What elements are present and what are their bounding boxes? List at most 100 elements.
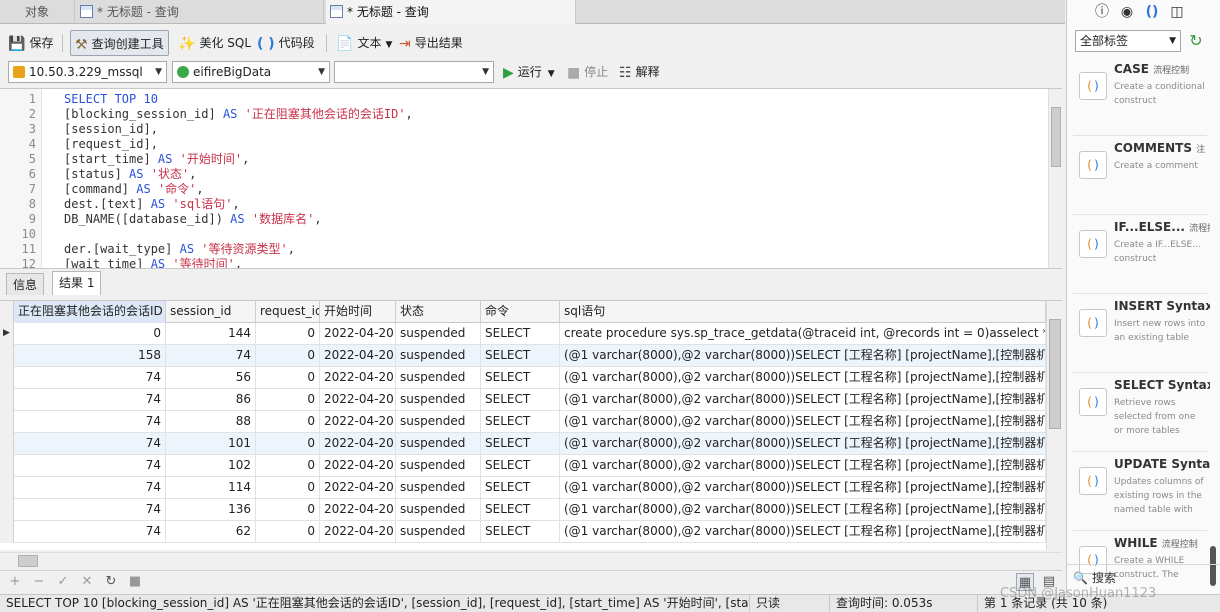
column-header[interactable]: 开始时间 <box>320 301 396 323</box>
table-row[interactable]: 745602022-04-20 1suspendedSELECT(@1 varc… <box>0 367 1046 389</box>
snippet-item[interactable]: () UPDATE Syntax Updates columns of exist… <box>1073 457 1210 531</box>
row-marker[interactable] <box>0 455 14 477</box>
table-cell[interactable]: (@1 varchar(8000),@2 varchar(8000))SELEC… <box>560 455 1046 477</box>
server-select[interactable]: 10.50.3.229_mssql ▼ <box>8 61 167 83</box>
grid-horizontal-scrollbar[interactable] <box>0 552 1062 568</box>
table-cell[interactable]: 2022-04-20 1 <box>320 367 396 389</box>
snippet-item[interactable]: () COMMENTS 注 Create a comment <box>1073 141 1207 215</box>
table-cell[interactable]: 74 <box>14 411 166 433</box>
table-cell[interactable]: 74 <box>14 433 166 455</box>
stop-button[interactable]: ■ 停止 <box>567 59 608 85</box>
table-cell[interactable]: 0 <box>256 367 320 389</box>
table-cell[interactable]: 74 <box>14 521 166 543</box>
table-cell[interactable]: (@1 varchar(8000),@2 varchar(8000))SELEC… <box>560 345 1046 367</box>
table-cell[interactable]: 74 <box>166 345 256 367</box>
table-cell[interactable]: suspended <box>396 345 481 367</box>
table-cell[interactable]: 0 <box>256 345 320 367</box>
refresh-icon[interactable]: ↻ <box>102 573 120 591</box>
table-cell[interactable]: create procedure sys.sp_trace_getdata(@t… <box>560 323 1046 345</box>
row-marker[interactable] <box>0 477 14 499</box>
table-cell[interactable]: suspended <box>396 521 481 543</box>
row-marker[interactable] <box>0 345 14 367</box>
table-row[interactable]: 1587402022-04-20 1suspendedSELECT(@1 var… <box>0 345 1046 367</box>
table-cell[interactable]: 0 <box>256 455 320 477</box>
table-cell[interactable]: 74 <box>14 477 166 499</box>
snippet-item[interactable]: () INSERT Syntax Insert new rows into an … <box>1073 299 1210 373</box>
export-result-button[interactable]: ⇥ 导出结果 <box>399 30 463 56</box>
table-cell[interactable]: 114 <box>166 477 256 499</box>
tab-objects[interactable]: 对象 <box>0 0 75 24</box>
database-select[interactable]: eifireBigData ▼ <box>172 61 330 83</box>
tab-info[interactable]: 信息 <box>6 273 45 295</box>
table-cell[interactable]: SELECT <box>481 455 560 477</box>
table-cell[interactable]: SELECT <box>481 411 560 433</box>
table-cell[interactable]: suspended <box>396 499 481 521</box>
row-marker[interactable] <box>0 411 14 433</box>
grid-vertical-scrollbar[interactable] <box>1046 301 1062 550</box>
table-cell[interactable]: 56 <box>166 367 256 389</box>
column-header[interactable]: 状态 <box>396 301 481 323</box>
table-cell[interactable]: SELECT <box>481 345 560 367</box>
table-cell[interactable]: 2022-04-20 1 <box>320 345 396 367</box>
table-cell[interactable]: 86 <box>166 389 256 411</box>
table-cell[interactable]: 2022-04-20 1 <box>320 323 396 345</box>
table-cell[interactable]: SELECT <box>481 323 560 345</box>
snippet-scrollbar[interactable] <box>1207 58 1219 586</box>
table-cell[interactable]: (@1 varchar(8000),@2 varchar(8000))SELEC… <box>560 521 1046 543</box>
beautify-sql-button[interactable]: ✨ 美化 SQL <box>178 30 251 56</box>
table-cell[interactable]: 144 <box>166 323 256 345</box>
row-marker[interactable] <box>0 521 14 543</box>
row-marker[interactable] <box>0 389 14 411</box>
table-cell[interactable]: suspended <box>396 367 481 389</box>
table-cell[interactable]: (@1 varchar(8000),@2 varchar(8000))SELEC… <box>560 499 1046 521</box>
current-row-marker[interactable]: ▶ <box>0 323 14 345</box>
snippet-item[interactable]: () IF...ELSE... 流程控 Create a IF...ELSE... … <box>1073 220 1210 294</box>
table-cell[interactable]: SELECT <box>481 367 560 389</box>
table-cell[interactable]: 2022-04-20 1 <box>320 499 396 521</box>
row-marker[interactable] <box>0 367 14 389</box>
run-button[interactable]: ▶ 运行 ▼ <box>503 59 555 85</box>
grid-vertical-scrollbar-thumb[interactable] <box>1049 319 1061 429</box>
sql-editor[interactable]: 1 SELECT TOP 10 2 [blocking_session_id] AS … <box>0 88 1062 268</box>
query-builder-button[interactable]: ⚒ 查询创建工具 <box>70 30 169 56</box>
table-cell[interactable]: (@1 varchar(8000),@2 varchar(8000))SELEC… <box>560 477 1046 499</box>
column-header[interactable]: request_id <box>256 301 320 323</box>
table-cell[interactable]: 101 <box>166 433 256 455</box>
tab-query-2[interactable]: * 无标题 - 查询 <box>326 0 576 24</box>
table-cell[interactable]: 0 <box>256 499 320 521</box>
table-cell[interactable]: (@1 varchar(8000),@2 varchar(8000))SELEC… <box>560 411 1046 433</box>
table-cell[interactable]: 2022-04-20 1 <box>320 389 396 411</box>
table-row[interactable]: ▶014402022-04-20 1suspendedSELECTcreate … <box>0 323 1046 345</box>
table-cell[interactable]: suspended <box>396 323 481 345</box>
table-cell[interactable]: 74 <box>14 455 166 477</box>
table-cell[interactable]: (@1 varchar(8000),@2 varchar(8000))SELEC… <box>560 389 1046 411</box>
row-marker[interactable] <box>0 433 14 455</box>
table-cell[interactable]: 74 <box>14 389 166 411</box>
table-cell[interactable]: 2022-04-20 1 <box>320 521 396 543</box>
table-row[interactable]: 7411402022-04-20 1suspendedSELECT(@1 var… <box>0 477 1046 499</box>
table-cell[interactable]: SELECT <box>481 521 560 543</box>
result-grid[interactable]: 正在阻塞其他会话的会话ID session_id request_id 开始时间 状态命… <box>0 300 1062 550</box>
schema-select[interactable]: ▼ <box>334 61 494 83</box>
editor-scrollbar[interactable] <box>1048 89 1062 268</box>
table-cell[interactable]: 158 <box>14 345 166 367</box>
table-cell[interactable]: 0 <box>256 477 320 499</box>
row-marker[interactable] <box>0 499 14 521</box>
snippet-search[interactable]: 🔍 搜索 <box>1067 564 1220 592</box>
table-cell[interactable]: 88 <box>166 411 256 433</box>
column-header[interactable]: sql语句 <box>560 301 1046 323</box>
table-cell[interactable]: SELECT <box>481 499 560 521</box>
table-row[interactable]: 748802022-04-20 1suspendedSELECT(@1 varc… <box>0 411 1046 433</box>
table-cell[interactable]: 0 <box>256 433 320 455</box>
table-row[interactable]: 7413602022-04-20 1suspendedSELECT(@1 var… <box>0 499 1046 521</box>
table-cell[interactable]: (@1 varchar(8000),@2 varchar(8000))SELEC… <box>560 433 1046 455</box>
table-cell[interactable]: suspended <box>396 455 481 477</box>
table-cell[interactable]: SELECT <box>481 477 560 499</box>
table-cell[interactable]: 2022-04-20 1 <box>320 411 396 433</box>
explain-button[interactable]: ☷ 解释 <box>619 59 660 85</box>
tab-query-1[interactable]: * 无标题 - 查询 <box>76 0 324 24</box>
table-cell[interactable]: 2022-04-20 1 <box>320 477 396 499</box>
tab-result-1[interactable]: 结果 1 <box>52 271 102 295</box>
table-cell[interactable]: 74 <box>14 367 166 389</box>
stop-refresh-icon[interactable]: ■ <box>126 573 144 591</box>
